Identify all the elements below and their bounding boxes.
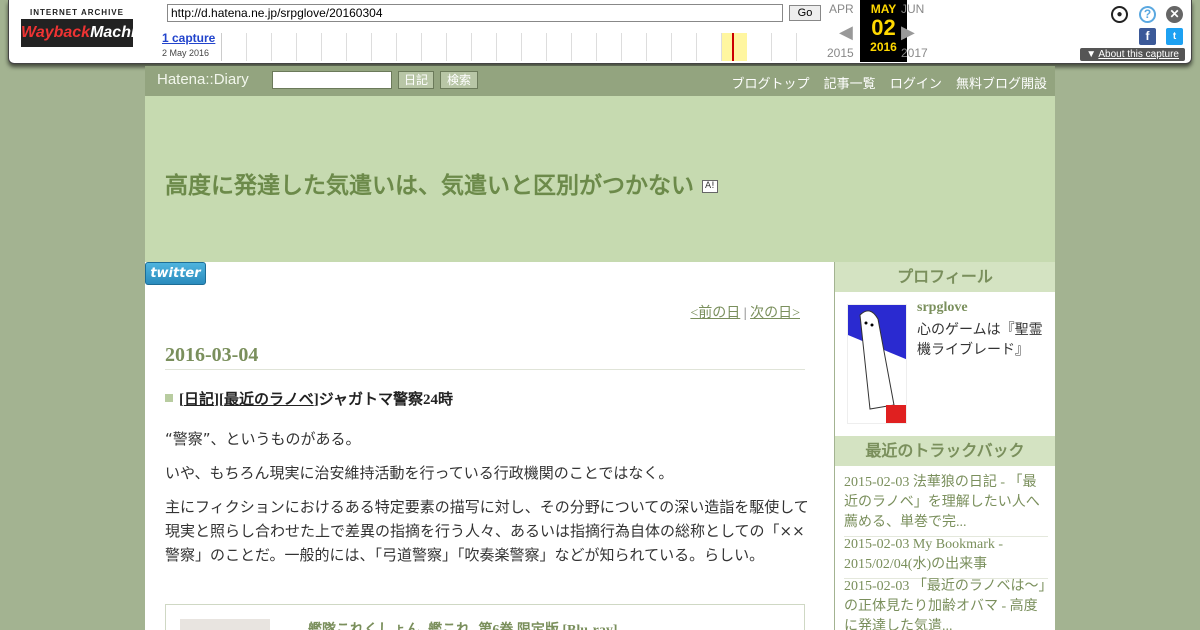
trackback-item[interactable]: 2015-02-03 「最近のラノベは～」の正体見たり加齢オバマ - 高度に発達…: [844, 577, 1048, 630]
twitter-share-icon[interactable]: t: [1166, 28, 1183, 45]
paragraph-3: 主にフィクションにおけるある特定要素の描写に対し、その分野についての深い造詣を駆…: [165, 498, 809, 564]
day-navigation: <前の日 | 次の日>: [690, 302, 800, 322]
user-icon[interactable]: ●: [1111, 6, 1128, 23]
main-content: twitter <前の日 | 次の日> 2016-03-04 [日記][最近のラ…: [145, 262, 834, 630]
next-day-link[interactable]: 次の日>: [750, 306, 800, 321]
nav-article-list[interactable]: 記事一覧: [824, 77, 876, 92]
sidebar: プロフィール srpglove 心のゲームは『聖霊機ライブレード』 最近のトラッ…: [835, 262, 1055, 630]
entry-date[interactable]: 2016-03-04: [165, 344, 805, 370]
wayback-next-month[interactable]: JUN: [901, 2, 924, 16]
trackback-item[interactable]: 2015-02-03 法華狼の日記 - 「最近のラノベ」を理解したい人へ薦める、…: [844, 473, 1048, 537]
prev-day-link[interactable]: <前の日: [690, 306, 740, 321]
blog-title[interactable]: 高度に発達した気遣いは、気遣いと区別がつかない A!: [165, 166, 718, 200]
category-light-novel-link[interactable]: 最近のラノベ: [224, 392, 314, 408]
diary-button[interactable]: 日記: [398, 71, 434, 89]
profile-image[interactable]: [847, 304, 907, 424]
next-arrow-icon[interactable]: ▶: [901, 22, 915, 43]
nav-blog-top[interactable]: ブログトップ: [732, 77, 810, 92]
hatena-diary-logo[interactable]: Hatena::Diary: [157, 71, 249, 88]
day-nav-separator: |: [743, 306, 747, 321]
wayback-prev-year: 2015: [827, 46, 854, 60]
wayback-capture-date: 2 May 2016: [162, 48, 210, 58]
current-month: MAY: [870, 2, 897, 16]
a-badge-icon[interactable]: A!: [702, 180, 718, 193]
trackback-item[interactable]: 2015-02-03 My Bookmark - 2015/02/04(水)の出…: [844, 535, 1048, 579]
wayback-next-year: 2017: [901, 46, 928, 60]
entry-square-icon: [165, 394, 173, 402]
paragraph-2: いや、もちろん現実に治安維持活動を行っている行政機関のことではなく。: [165, 464, 674, 482]
wayback-logo[interactable]: INTERNET ARCHIVE WaybackMachine: [21, 8, 154, 50]
trackback-heading: 最近のトラックバック: [835, 436, 1055, 466]
wayback-captures-link[interactable]: 1 capture: [162, 31, 215, 45]
facebook-icon[interactable]: f: [1139, 28, 1156, 45]
paragraph-1: “警察”、というものがある。: [165, 430, 361, 448]
search-input[interactable]: [272, 71, 392, 89]
wayback-toolbar: INTERNET ARCHIVE WaybackMachine http://d…: [8, 0, 1192, 64]
amazon-product-box: 艦隊これくしょん -艦これ- 第6巻 限定版 [Blu-ray]: [165, 604, 805, 630]
wayback-current-date: MAY 02 2016: [860, 0, 907, 62]
wayback-prev-month[interactable]: APR: [829, 2, 854, 16]
profile-name[interactable]: srpglove: [917, 300, 968, 316]
wayback-go-button[interactable]: Go: [789, 5, 821, 21]
prev-arrow-icon[interactable]: ◀: [839, 22, 853, 43]
entry-title-text: ジャガトマ警察24時: [318, 392, 453, 408]
profile-heading: プロフィール: [835, 262, 1055, 292]
profile-drawing: [848, 305, 906, 423]
close-icon[interactable]: ✕: [1166, 6, 1183, 23]
entry-title: [日記][最近のラノベ]ジャガトマ警察24時: [165, 388, 453, 409]
about-capture-button[interactable]: ▼ About this capture: [1080, 48, 1185, 61]
wayback-logo-main: WaybackMachine: [21, 19, 154, 47]
current-day: 02: [871, 15, 896, 40]
category-diary-link[interactable]: 日記: [184, 392, 214, 408]
product-thumbnail[interactable]: [180, 619, 270, 630]
product-title-link[interactable]: 艦隊これくしょん -艦これ- 第6巻 限定版 [Blu-ray]: [308, 619, 618, 630]
profile-description: 心のゲームは『聖霊機ライブレード』: [917, 322, 1043, 358]
wayback-url-input[interactable]: http://d.hatena.ne.jp/srpglove/20160304: [167, 4, 783, 22]
help-icon[interactable]: ?: [1139, 6, 1156, 23]
nav-free-blog[interactable]: 無料ブログ開設: [956, 77, 1047, 92]
nav-login[interactable]: ログイン: [890, 77, 942, 92]
header-nav: ブログトップ 記事一覧 ログイン 無料ブログ開設: [722, 73, 1047, 92]
wayback-logo-top: INTERNET ARCHIVE: [30, 8, 124, 17]
blog-title-band: 高度に発達した気遣いは、気遣いと区別がつかない A!: [145, 96, 1055, 262]
current-year: 2016: [870, 40, 897, 54]
twitter-button[interactable]: twitter: [145, 262, 206, 285]
wayback-sparkline[interactable]: [221, 33, 821, 61]
sparkline-current-month: [722, 33, 747, 61]
hatena-header: Hatena::Diary 日記 検索 ブログトップ 記事一覧 ログイン 無料ブ…: [145, 66, 1055, 96]
search-button[interactable]: 検索: [440, 71, 478, 89]
sparkline-capture-marker[interactable]: [732, 33, 734, 61]
